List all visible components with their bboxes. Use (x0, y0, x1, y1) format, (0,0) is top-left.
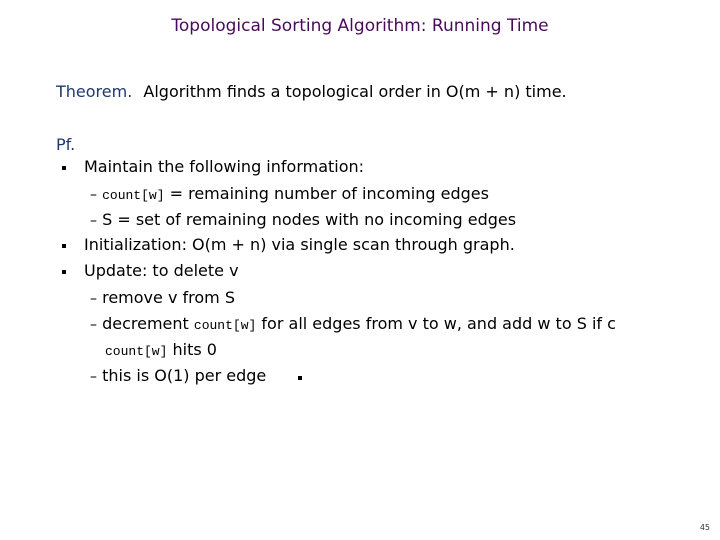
dash-icon: – (90, 213, 97, 229)
bullet-initialization: Initialization: O(m + n) via single scan… (84, 235, 515, 254)
sub-item-text: hits 0 (172, 340, 217, 359)
dash-icon: – (90, 291, 97, 307)
code-count: count[w] (193, 318, 257, 333)
sub-item-remove: – remove v from S (90, 288, 235, 307)
sub-item-pre: decrement (102, 314, 189, 333)
slide-title: Topological Sorting Algorithm: Running T… (171, 16, 549, 36)
code-count: count[w] (102, 188, 165, 203)
bullet-maintain: Maintain the following information: (84, 157, 365, 176)
sub-item-text: = remaining number of incoming edges (169, 184, 489, 203)
dash-icon: – (90, 187, 97, 203)
sub-item-decrement: – decrement count[w] for all edges from … (90, 314, 616, 333)
bullet-update: Update: to delete v (84, 261, 239, 280)
sub-item-count: – count[w] = remaining number of incomin… (90, 184, 489, 203)
sub-item-decrement-cont: count[w] hits 0 (105, 340, 217, 359)
code-count: count[w] (105, 344, 168, 359)
sub-item-text: for all edges from v to w, and add w to … (261, 314, 616, 333)
sub-item-per-edge: – this is O(1) per edge (90, 366, 266, 385)
theorem-line: Theorem. Algorithm finds a topological o… (56, 82, 567, 101)
sub-item-text: S = set of remaining nodes with no incom… (102, 210, 517, 229)
theorem-text: Algorithm finds a topological order in O… (143, 82, 567, 101)
page-number: 45 (699, 523, 710, 532)
dash-icon: – (90, 369, 97, 385)
dash-icon: – (90, 317, 97, 333)
bullet-icon (62, 244, 66, 248)
theorem-label: Theorem. (56, 82, 133, 101)
proof-label: Pf. (56, 135, 76, 154)
sub-item-text: remove v from S (102, 288, 235, 307)
sub-item-text: this is O(1) per edge (102, 366, 267, 385)
bullet-icon (62, 166, 66, 170)
bullet-icon (62, 270, 66, 274)
sub-item-set-s: – S = set of remaining nodes with no inc… (90, 210, 516, 229)
qed-icon (298, 376, 302, 380)
